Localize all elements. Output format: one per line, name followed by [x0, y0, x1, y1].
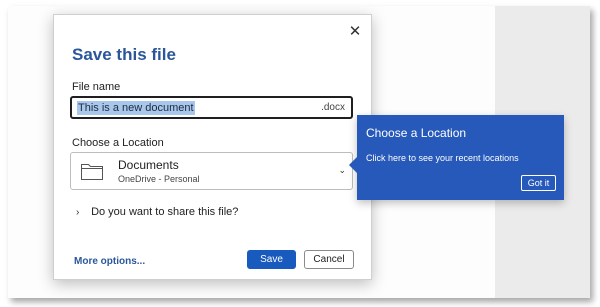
file-name-value: This is a new document	[77, 101, 195, 115]
close-icon[interactable]: ✕	[347, 24, 363, 40]
location-label: Choose a Location	[72, 137, 164, 149]
more-options-link[interactable]: More options...	[74, 256, 145, 267]
chevron-down-icon: ⌄	[338, 165, 346, 175]
chevron-right-icon: ›	[76, 207, 80, 218]
app-window: ✕ Save this file File name This is a new…	[8, 6, 590, 298]
file-name-label: File name	[72, 81, 121, 93]
share-prompt: Do you want to share this file?	[91, 206, 239, 218]
location-subtitle: OneDrive - Personal	[118, 174, 200, 184]
share-toggle[interactable]: › Do you want to share this file?	[76, 206, 238, 218]
location-tooltip: Choose a Location Click here to see your…	[349, 115, 564, 200]
save-dialog: ✕ Save this file File name This is a new…	[53, 14, 372, 280]
save-button[interactable]: Save	[247, 250, 296, 269]
got-it-button[interactable]: Got it	[521, 175, 556, 191]
file-extension: .docx	[321, 102, 345, 113]
file-name-input[interactable]: This is a new document .docx	[70, 96, 353, 119]
location-name: Documents	[118, 158, 179, 172]
cancel-button[interactable]: Cancel	[304, 250, 354, 269]
location-dropdown[interactable]: Documents OneDrive - Personal ⌄	[70, 152, 353, 190]
tooltip-text: Click here to see your recent locations	[366, 153, 519, 163]
folder-icon	[81, 164, 103, 180]
tooltip-arrow	[349, 157, 357, 173]
dialog-title: Save this file	[72, 45, 176, 64]
tooltip-title: Choose a Location	[366, 126, 467, 140]
